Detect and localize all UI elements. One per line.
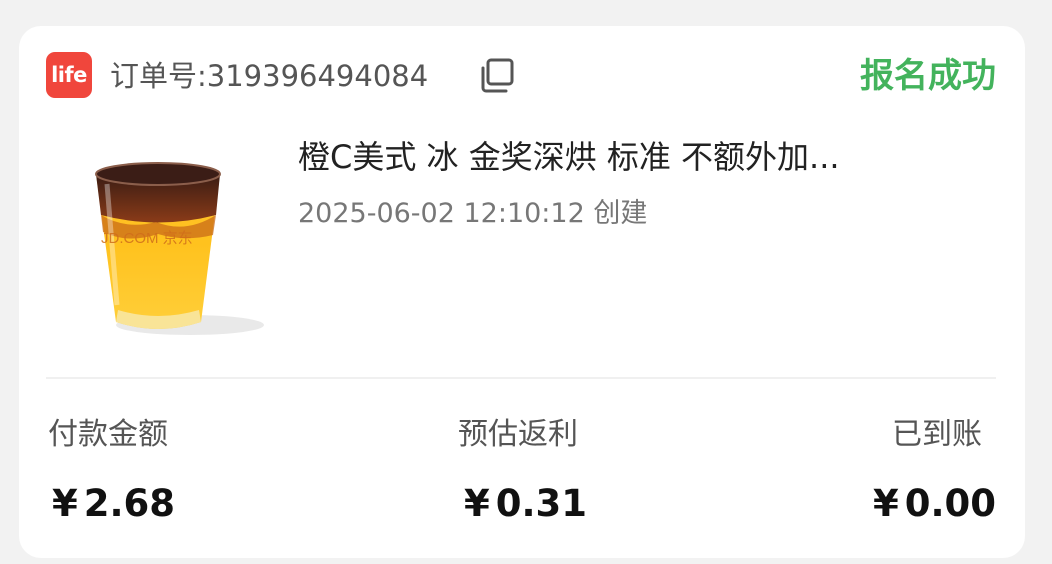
received-label: 已到账 (892, 417, 982, 452)
paid-label: 付款金额 (48, 417, 168, 452)
status-badge: 报名成功 (860, 56, 996, 96)
rebate-currency: ¥ (464, 482, 490, 525)
rebate-value: 0.31 (495, 482, 588, 525)
paid-value: 2.68 (83, 482, 176, 525)
rebate-amount: ¥0.31 (464, 480, 587, 528)
life-logo: life (46, 52, 92, 98)
product-image[interactable]: JD.COM 京东 (86, 160, 272, 340)
order-number: 订单号:319396494084 (110, 59, 429, 93)
paid-currency: ¥ (52, 482, 78, 525)
life-logo-text: life (51, 63, 87, 87)
divider (46, 377, 996, 379)
product-watermark: JD.COM 京东 (101, 230, 193, 247)
copy-icon[interactable] (476, 55, 518, 97)
received-currency: ¥ (872, 482, 899, 525)
received-value: 0.00 (904, 482, 996, 525)
created-time: 2025-06-02 12:10:12 创建 (298, 198, 648, 229)
received-amount: ¥0.00 (873, 480, 996, 528)
rebate-label: 预估返利 (458, 417, 578, 452)
paid-amount: ¥2.68 (52, 480, 175, 528)
product-title[interactable]: 橙C美式 冰 金奖深烘 标准 不额外加... (298, 135, 968, 179)
